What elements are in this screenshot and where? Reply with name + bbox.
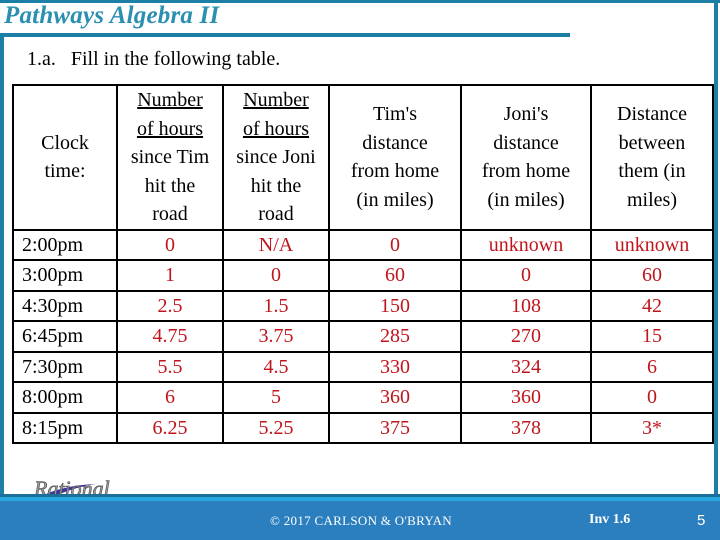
answer-cell: 3.75 (222, 320, 330, 353)
right-border (714, 0, 718, 498)
answer-cell: 270 (460, 320, 592, 353)
answer-cell: 0 (328, 228, 462, 261)
table-body: 2:00pm 0 N/A 0 unknown unknown 3:00pm 1 0 60 0 60 4:… (12, 228, 714, 444)
answer-cell: 0 (116, 228, 224, 261)
column-header-line: since Joni (236, 146, 316, 168)
column-header-line: road (152, 203, 188, 225)
answer-cell: 375 (328, 411, 462, 444)
answer-cell: 60 (328, 259, 462, 292)
table-row: 8:00pm 6 5 360 360 0 (12, 381, 714, 414)
answer-cell: 360 (460, 381, 592, 414)
column-header-line: of hours (136, 117, 204, 140)
answer-cell: 360 (328, 381, 462, 414)
column-header-line: since Tim (130, 146, 210, 168)
column-header-line: Clock (41, 131, 89, 154)
answer-cell: 60 (590, 259, 714, 292)
answer-cell: 5.5 (116, 350, 224, 383)
table-row: 3:00pm 1 0 60 0 60 (12, 259, 714, 292)
column-header-line: between (618, 131, 686, 154)
answer-cell: unknown (460, 228, 592, 261)
clock-time-cell: 2:00pm (12, 228, 118, 261)
answer-cell: 3* (590, 411, 714, 444)
answer-cell: 108 (460, 289, 592, 322)
investigation-label: Inv 1.6 (589, 512, 631, 527)
column-header-line: Number (243, 89, 309, 111)
column-header-line: of hours (242, 117, 310, 140)
answer-cell: 4.75 (116, 320, 224, 353)
table-row: 7:30pm 5.5 4.5 330 324 6 (12, 350, 714, 383)
title-underline (0, 33, 570, 37)
slide-title: Pathways Algebra II (4, 2, 220, 29)
question-prompt: 1.a. Fill in the following table. (27, 48, 281, 70)
footer-stripe (0, 497, 720, 501)
answer-cell: 6 (590, 350, 714, 383)
table-row: 6:45pm 4.75 3.75 285 270 15 (12, 320, 714, 353)
answer-cell: 0 (222, 259, 330, 292)
answer-cell: unknown (590, 228, 714, 261)
answer-cell: 0 (460, 259, 592, 292)
answer-cell: 6 (116, 381, 224, 414)
left-border (0, 36, 4, 498)
column-header-line: from home (481, 160, 571, 183)
clock-time-cell: 6:45pm (12, 320, 118, 353)
column-header-line: distance (362, 131, 428, 154)
copyright-text: © 2017 CARLSON & O'BRYAN (270, 513, 452, 528)
column-header-line: Tim's (372, 103, 417, 126)
column-header-line: Distance (617, 103, 687, 126)
column-header: Clock time: (12, 84, 118, 231)
answer-cell: 5 (222, 381, 330, 414)
clock-time-cell: 4:30pm (12, 289, 118, 322)
answer-cell: 5.25 (222, 411, 330, 444)
column-header-line: Number (137, 89, 203, 111)
clock-time-cell: 7:30pm (12, 350, 118, 383)
table-row: 8:15pm 6.25 5.25 375 378 3* (12, 411, 714, 444)
table-row: 2:00pm 0 N/A 0 unknown unknown (12, 228, 714, 261)
answer-cell: 1 (116, 259, 224, 292)
clock-time-cell: 8:00pm (12, 381, 118, 414)
answer-cell: 378 (460, 411, 592, 444)
column-header: Joni's distance from home (in miles) (460, 84, 592, 231)
data-table: Clock time: Number of hours since Tim hit the… (12, 84, 714, 444)
column-header-line: (in miles) (487, 188, 565, 211)
header-row: Clock time: Number of hours since Tim hit the… (12, 84, 714, 231)
column-header-line: them (in (618, 160, 686, 183)
answer-cell: 1.5 (222, 289, 330, 322)
answer-cell: 150 (328, 289, 462, 322)
column-header-line: time: (44, 160, 86, 183)
clock-time-cell: 3:00pm (12, 259, 118, 292)
answer-cell: 2.5 (116, 289, 224, 322)
answer-cell: 0 (590, 381, 714, 414)
table-row: 4:30pm 2.5 1.5 150 108 42 (12, 289, 714, 322)
column-header: Number of hours since Joni hit the road (222, 84, 330, 231)
page-number: 5 (697, 512, 706, 529)
column-header-line: (in miles) (356, 188, 434, 211)
answer-cell: 15 (590, 320, 714, 353)
answer-cell: 285 (328, 320, 462, 353)
answer-cell: 6.25 (116, 411, 224, 444)
clock-time-cell: 8:15pm (12, 411, 118, 444)
answer-cell: 4.5 (222, 350, 330, 383)
column-header: Distance between them (in miles) (590, 84, 714, 231)
column-header-line: distance (493, 131, 559, 154)
column-header-line: Joni's (503, 103, 549, 126)
column-header: Tim's distance from home (in miles) (328, 84, 462, 231)
column-header-line: miles) (627, 188, 677, 211)
answer-cell: 330 (328, 350, 462, 383)
answer-cell: N/A (222, 228, 330, 261)
column-header-line: road (258, 203, 294, 225)
answer-cell: 42 (590, 289, 714, 322)
column-header-line: hit the (144, 174, 196, 197)
column-header-line: from home (350, 160, 440, 183)
answer-cell: 324 (460, 350, 592, 383)
column-header-line: hit the (250, 174, 302, 197)
column-header: Number of hours since Tim hit the road (116, 84, 224, 231)
